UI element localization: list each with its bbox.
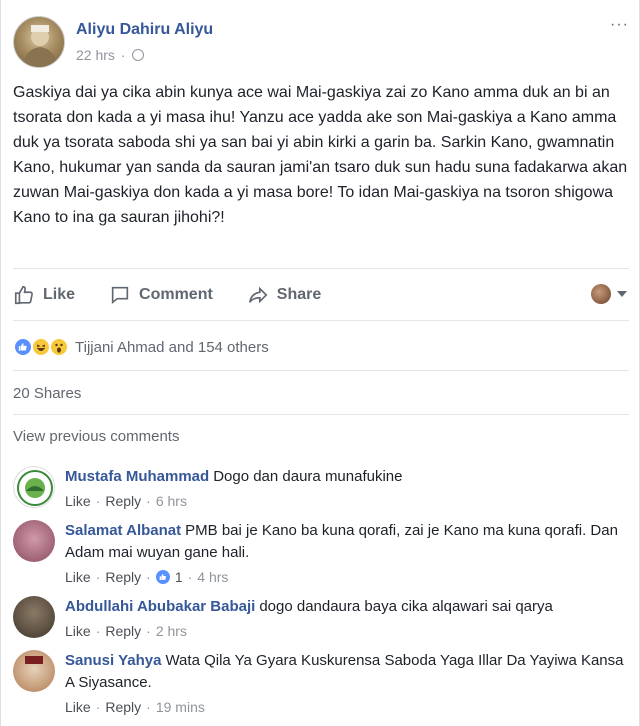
post-header: Aliyu Dahiru Aliyu 22 hrs · ··· <box>13 16 629 68</box>
comment-actions: Like · Reply · 19 mins <box>65 696 625 718</box>
author-avatar[interactable] <box>13 16 65 68</box>
comment-text: dogo dandaura baya cika alqawari sai qar… <box>259 598 553 615</box>
comment-item: Salamat Albanat PMB bai je Kano ba kuna q… <box>13 520 629 590</box>
post-meta: 22 hrs · <box>76 47 144 63</box>
comment-item: Abdullahi Abubakar Babaji dogo dandaura b… <box>13 596 629 644</box>
dot-separator: · <box>146 493 151 509</box>
divider <box>13 320 629 321</box>
view-previous-comments-link[interactable]: View previous comments <box>13 428 179 445</box>
like-reaction-icon <box>13 337 33 357</box>
comment-reply-link[interactable]: Reply <box>105 696 141 718</box>
comment-like-link[interactable]: Like <box>65 620 91 642</box>
comment-text: Dogo dan daura munafukine <box>213 468 403 485</box>
commenter-avatar[interactable] <box>13 596 55 638</box>
commenter-name[interactable]: Salamat Albanat <box>65 522 181 539</box>
post-as-selector[interactable] <box>591 284 627 304</box>
post-card: Aliyu Dahiru Aliyu 22 hrs · ··· Gaskiya … <box>0 0 640 726</box>
comment-reply-link[interactable]: Reply <box>105 490 141 512</box>
dot-separator: · <box>146 699 151 715</box>
author-name[interactable]: Aliyu Dahiru Aliyu <box>76 21 213 39</box>
comment-actions: Like · Reply · 6 hrs <box>65 490 625 512</box>
commenter-name[interactable]: Abdullahi Abubakar Babaji <box>65 598 255 615</box>
shares-count[interactable]: 20 Shares <box>13 385 81 402</box>
divider <box>13 370 629 371</box>
comment-reply-link[interactable]: Reply <box>105 566 141 588</box>
reactions-summary[interactable]: Tijjani Ahmad and 154 others <box>13 336 269 358</box>
commenter-avatar[interactable] <box>13 466 55 508</box>
dot-separator: · <box>146 623 151 639</box>
comment-like-link[interactable]: Like <box>65 696 91 718</box>
divider <box>13 414 629 415</box>
dot-separator: · <box>187 569 193 585</box>
comment-time[interactable]: 6 hrs <box>156 490 187 512</box>
like-count-icon <box>155 570 170 584</box>
divider <box>13 268 629 269</box>
share-label: Share <box>276 286 322 303</box>
wow-reaction-icon <box>49 337 69 357</box>
comment-item: Mustafa Muhammad Dogo dan daura munafukin… <box>13 466 629 514</box>
dot-separator: · <box>95 623 101 639</box>
dot-separator: · <box>146 569 151 585</box>
globe-icon <box>131 49 144 61</box>
comment-icon <box>111 286 129 305</box>
thumbs-up-icon <box>14 285 33 305</box>
dot-separator: · <box>95 569 101 585</box>
meta-separator: · <box>120 47 126 63</box>
commenter-name[interactable]: Sanusi Yahya <box>65 652 161 669</box>
share-button[interactable]: Share <box>247 284 321 306</box>
comment-time[interactable]: 2 hrs <box>156 620 187 642</box>
chevron-down-icon <box>617 291 627 297</box>
like-button[interactable]: Like <box>13 284 75 306</box>
dot-separator: · <box>95 493 101 509</box>
viewer-avatar <box>591 284 611 304</box>
comment-body: Mustafa Muhammad Dogo dan daura munafukin… <box>65 466 625 512</box>
comment-time[interactable]: 19 mins <box>156 696 205 718</box>
post-time[interactable]: 22 hrs <box>76 47 115 63</box>
more-options-icon[interactable]: ··· <box>610 16 629 34</box>
comment-like-count[interactable]: 1 <box>175 566 183 588</box>
comment-actions: Like · Reply · 1 · 4 hrs <box>65 566 625 588</box>
haha-reaction-icon <box>31 337 51 357</box>
comment-item: Sanusi Yahya Wata Qila Ya Gyara Kuskurens… <box>13 650 629 720</box>
comment-body: Abdullahi Abubakar Babaji dogo dandaura b… <box>65 596 625 642</box>
comment-reply-link[interactable]: Reply <box>105 620 141 642</box>
commenter-avatar[interactable] <box>13 650 55 692</box>
comment-like-link[interactable]: Like <box>65 490 91 512</box>
action-bar: Like Comment Share <box>13 278 629 312</box>
share-icon <box>248 286 268 304</box>
comment-time[interactable]: 4 hrs <box>197 566 228 588</box>
commenter-name[interactable]: Mustafa Muhammad <box>65 468 209 485</box>
comment-label: Comment <box>139 286 213 303</box>
dot-separator: · <box>95 699 101 715</box>
comment-like-link[interactable]: Like <box>65 566 91 588</box>
like-label: Like <box>43 286 76 303</box>
post-text: Gaskiya dai ya cika abin kunya ace wai M… <box>13 84 628 226</box>
reactions-text[interactable]: Tijjani Ahmad and 154 others <box>75 339 269 356</box>
comment-button[interactable]: Comment <box>109 284 213 306</box>
comment-body: Salamat Albanat PMB bai je Kano ba kuna q… <box>65 520 625 588</box>
comment-body: Sanusi Yahya Wata Qila Ya Gyara Kuskurens… <box>65 650 625 718</box>
comment-actions: Like · Reply · 2 hrs <box>65 620 625 642</box>
commenter-avatar[interactable] <box>13 520 55 562</box>
